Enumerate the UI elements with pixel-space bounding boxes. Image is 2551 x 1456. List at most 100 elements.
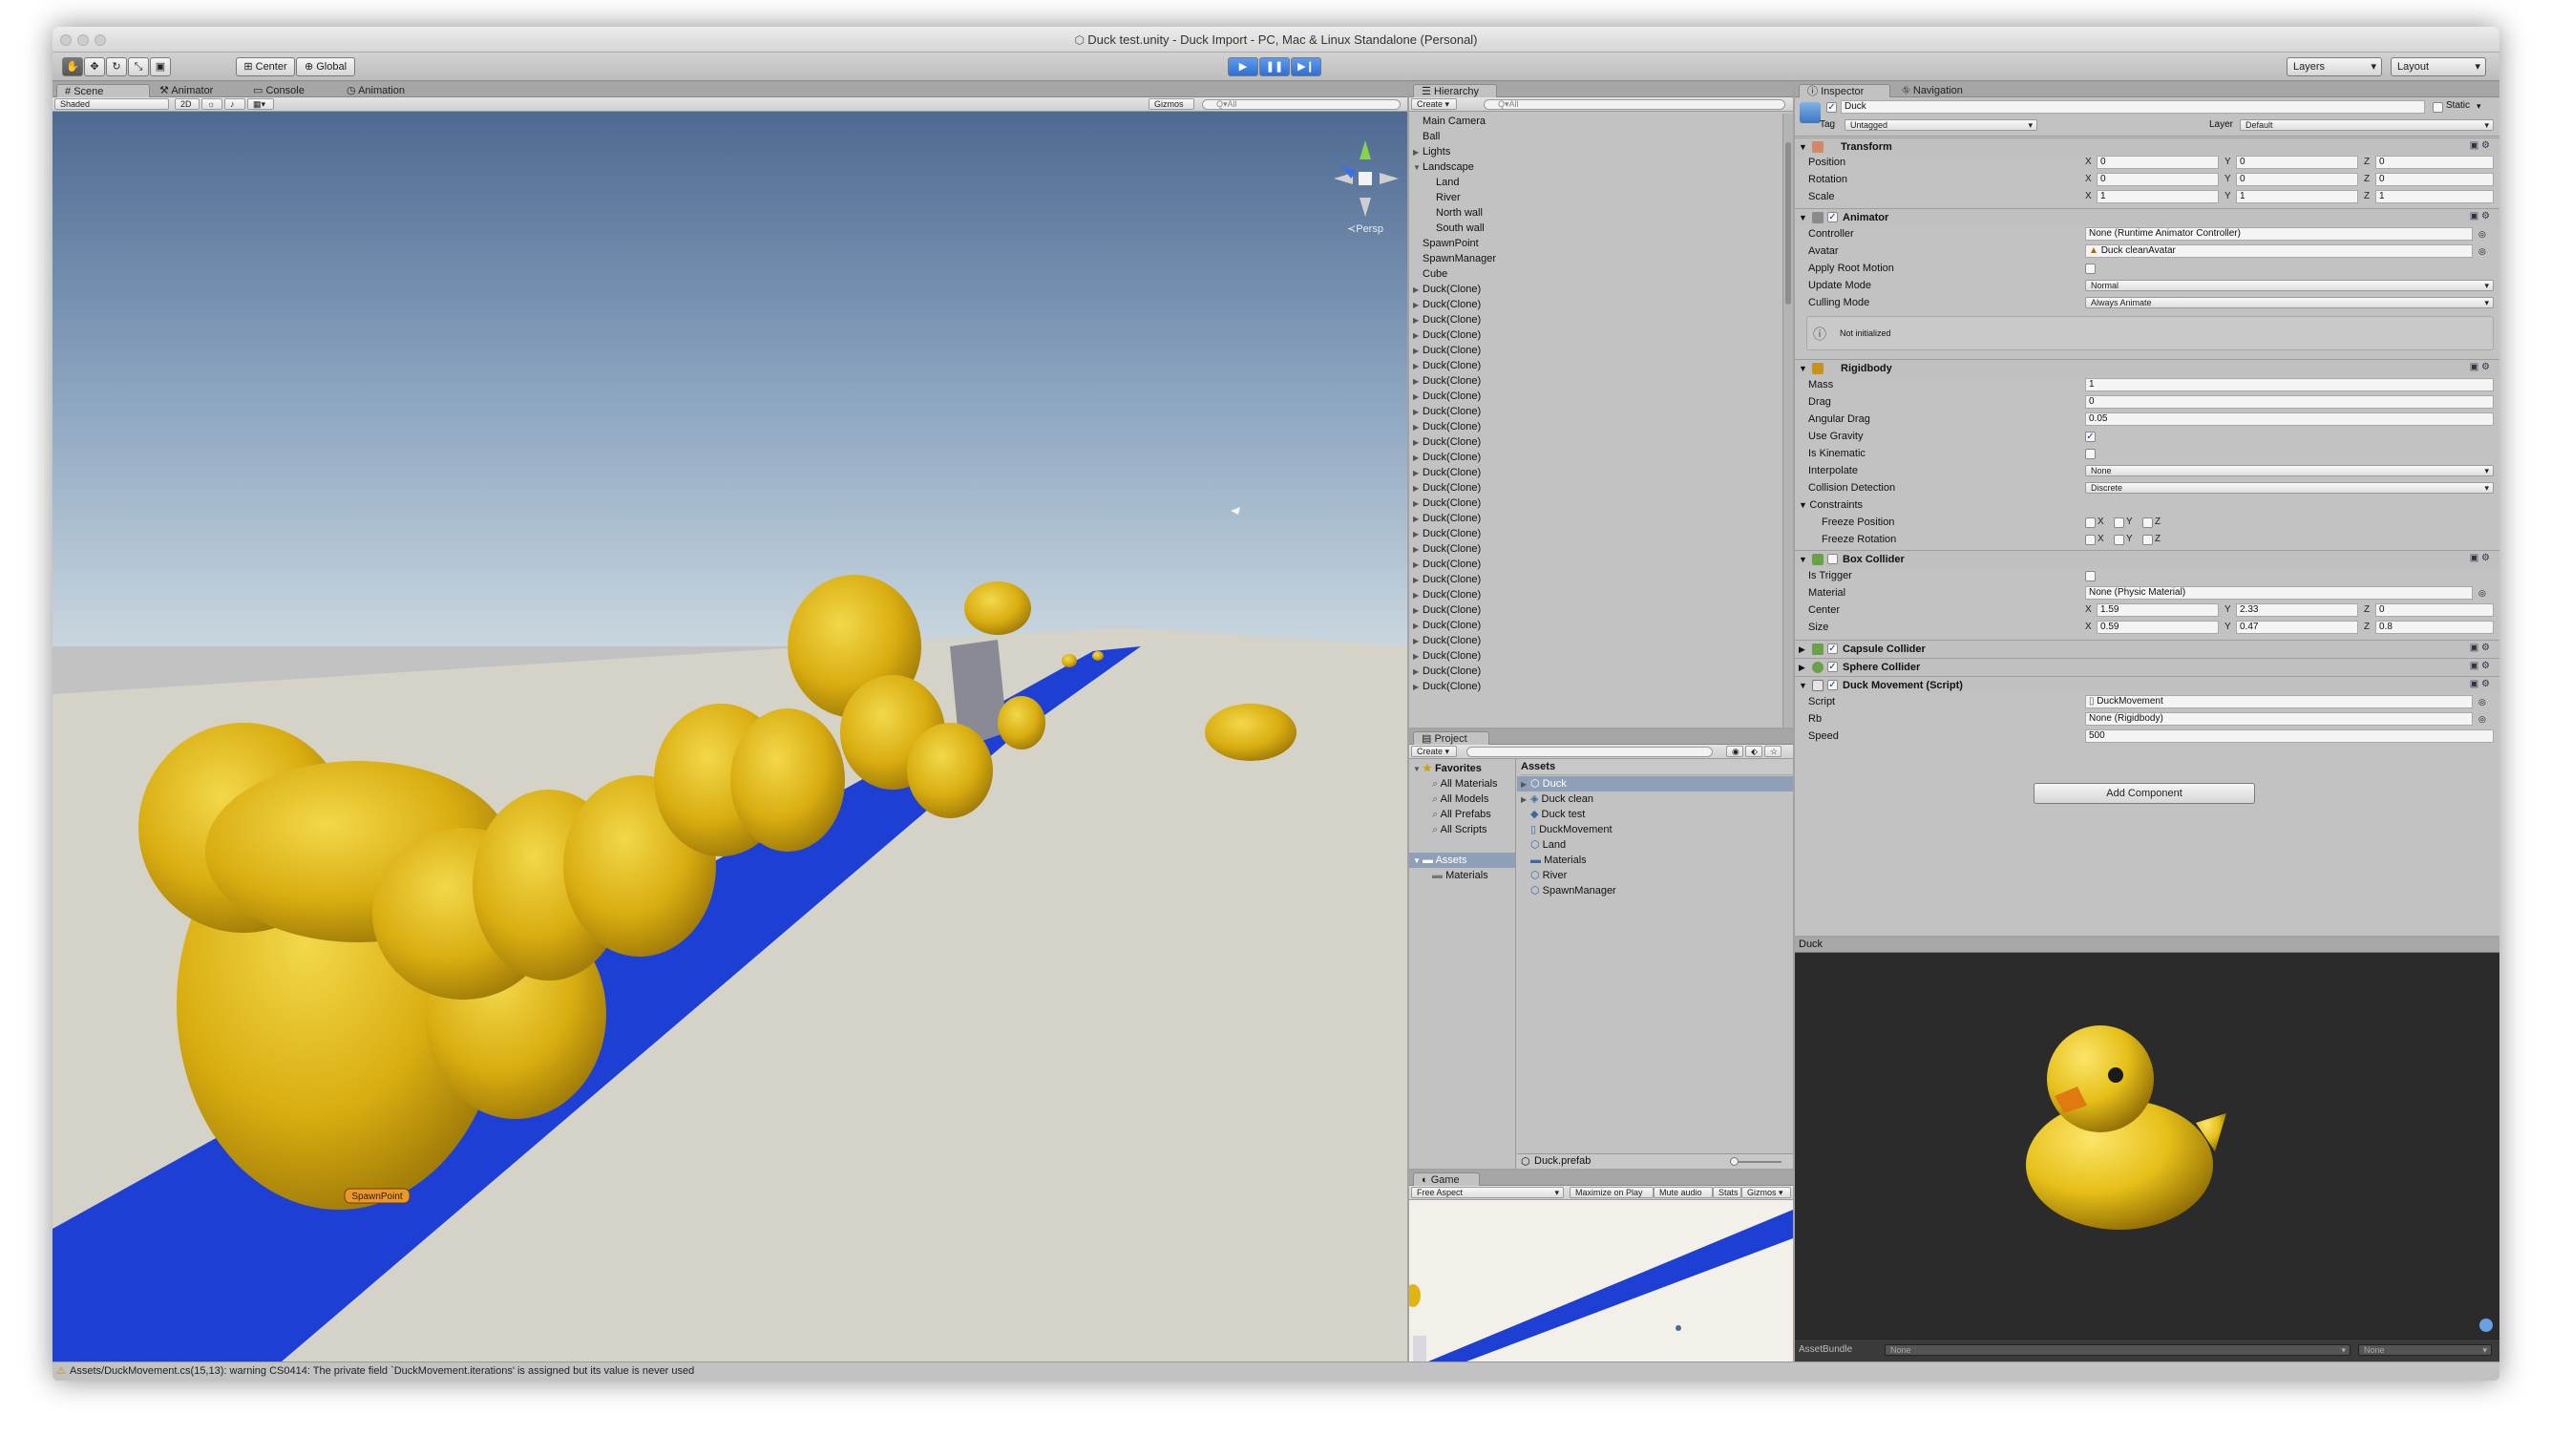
pivot-center-button[interactable]: ⊞ Center [236,57,295,76]
use-gravity-checkbox[interactable]: ✓ [2085,432,2096,442]
freeze-rotation-y-checkbox[interactable] [2114,535,2124,545]
collapsed-arrow-icon[interactable]: ▶ [1413,512,1423,527]
object-picker-icon[interactable]: ◎ [2478,243,2486,259]
collapsed-arrow-icon[interactable]: ▶ [1413,374,1423,390]
avatar-field[interactable]: ▲ Duck cleanAvatar [2085,244,2473,258]
tag-dropdown[interactable]: Untagged ▾ [1845,119,2037,131]
preview-settings-icon[interactable] [2479,1319,2493,1332]
center-x-field[interactable]: 1.59 [2097,603,2219,617]
hierarchy-item[interactable]: Main Camera [1409,114,1781,129]
culling-mode-dropdown[interactable]: Always Animate ▾ [2085,297,2494,308]
collapsed-arrow-icon[interactable]: ▶ [1413,390,1423,405]
collapsed-arrow-icon[interactable]: ▶ [1413,558,1423,573]
close-window-button[interactable] [60,34,72,46]
hierarchy-search-input[interactable]: Q▾All [1484,99,1785,110]
object-picker-icon[interactable]: ◎ [2478,711,2486,727]
freeze-position-y-checkbox[interactable] [2114,517,2124,528]
favorite-item[interactable]: ⌕ All Materials [1432,776,1515,791]
hierarchy-item[interactable]: ▶ Duck(Clone) [1409,602,1781,618]
controller-field[interactable]: None (Runtime Animator Controller) [2085,227,2473,241]
hierarchy-item[interactable]: ▶ Duck(Clone) [1409,389,1781,404]
rect-tool-icon[interactable]: ▣ [150,57,171,76]
drag-field[interactable]: 0 [2085,395,2494,409]
object-picker-icon[interactable]: ◎ [2478,226,2486,242]
variant-dropdown[interactable]: None ▾ [2358,1344,2492,1356]
object-picker-icon[interactable]: ◎ [2478,585,2486,601]
stats-toggle[interactable]: Stats [1713,1187,1741,1198]
rb-field[interactable]: None (Rigidbody) [2085,712,2473,726]
tab-scene[interactable]: # Scene [56,84,150,97]
layout-dropdown[interactable]: Layout ▾ [2391,57,2486,76]
collapse-arrow-icon[interactable]: ▼ [1799,552,1807,567]
duck-movement-header[interactable]: ▼ ✓ Duck Movement (Script) ▣ ⚙ [1795,676,2499,693]
hand-tool-icon[interactable]: ✋ [62,57,83,76]
collapsed-arrow-icon[interactable]: ▶ [1413,665,1423,680]
asset-item[interactable]: ⬡ Land [1517,837,1793,853]
collapsed-arrow-icon[interactable]: ▶ [1413,283,1423,298]
asset-item[interactable]: ⬡ River [1517,868,1793,883]
audio-toggle-icon[interactable]: ♪ [224,98,245,110]
freeze-position-z-checkbox[interactable] [2142,517,2153,528]
collision-detection-dropdown[interactable]: Discrete ▾ [2085,482,2494,494]
static-dropdown-icon[interactable]: ▾ [2477,98,2481,114]
hierarchy-item[interactable]: North wall [1409,205,1781,221]
object-name-field[interactable]: Duck [1841,100,2425,114]
pause-button[interactable]: ❚❚ [1259,57,1290,76]
collapsed-arrow-icon[interactable]: ▶ [1413,680,1423,695]
collapse-arrow-icon[interactable]: ▼ [1799,139,1807,155]
hierarchy-item[interactable]: Land [1409,175,1781,190]
tab-game[interactable]: ◐ Game [1413,1172,1480,1186]
transform-scale-y-field[interactable]: 1 [2236,190,2358,203]
expand-arrow-icon[interactable]: ▶ [1799,660,1805,675]
box-collider-enabled-checkbox[interactable] [1827,554,1838,564]
mute-audio-toggle[interactable]: Mute audio [1654,1187,1713,1198]
collapsed-arrow-icon[interactable]: ▶ [1413,435,1423,451]
duck-movement-enabled-checkbox[interactable]: ✓ [1827,680,1838,690]
size-y-field[interactable]: 0.47 [2236,621,2358,634]
project-search-input[interactable] [1466,747,1713,757]
asset-item[interactable]: ▶ ◈ Duck clean [1517,791,1793,807]
effects-dropdown-icon[interactable]: ▦▾ [247,98,274,110]
is-kinematic-checkbox[interactable] [2085,449,2096,459]
scale-tool-icon[interactable]: ⤡ [128,57,149,76]
tab-animation[interactable]: ◷ Animation [339,84,412,97]
hierarchy-scroll-thumb[interactable] [1785,142,1791,305]
collapse-arrow-icon[interactable]: ▼ [1799,361,1807,376]
collapsed-arrow-icon[interactable]: ▶ [1413,145,1423,160]
component-help-icon[interactable]: ▣ ⚙ [2470,679,2490,689]
lighting-toggle-icon[interactable]: ☼ [201,98,222,110]
collapsed-arrow-icon[interactable]: ▶ [1413,496,1423,512]
hierarchy-item[interactable]: ▶ Duck(Clone) [1409,327,1781,343]
hierarchy-item[interactable]: ▶ Duck(Clone) [1409,572,1781,587]
center-y-field[interactable]: 2.33 [2236,603,2358,617]
hierarchy-item[interactable]: ▶ Duck(Clone) [1409,541,1781,557]
hierarchy-item[interactable]: ▶ Duck(Clone) [1409,648,1781,664]
transform-rotation-z-field[interactable]: 0 [2375,173,2494,186]
transform-scale-x-field[interactable]: 1 [2097,190,2219,203]
is-trigger-checkbox[interactable] [2085,571,2096,581]
hierarchy-create-dropdown[interactable]: Create ▾ [1411,98,1457,110]
component-help-icon[interactable]: ▣ ⚙ [2470,661,2490,671]
transform-position-x-field[interactable]: 0 [2097,156,2219,169]
tab-console[interactable]: ▭ Console [245,84,312,97]
hierarchy-item[interactable]: South wall [1409,221,1781,236]
favorite-item[interactable]: ⌕ All Scripts [1432,822,1515,837]
expand-arrow-icon[interactable]: ▶ [1521,777,1530,792]
hierarchy-item[interactable]: ▶ Duck(Clone) [1409,465,1781,480]
layers-dropdown[interactable]: Layers ▾ [2287,57,2382,76]
hierarchy-item[interactable]: SpawnPoint [1409,236,1781,251]
transform-rotation-y-field[interactable]: 0 [2236,173,2358,186]
hierarchy-item[interactable]: ▶ Duck(Clone) [1409,526,1781,541]
pivot-global-button[interactable]: ⊕ Global [296,57,355,76]
collapsed-arrow-icon[interactable]: ▶ [1413,588,1423,603]
component-help-icon[interactable]: ▣ ⚙ [2470,362,2490,372]
collapsed-arrow-icon[interactable]: ▶ [1413,619,1423,634]
hierarchy-item[interactable]: ▶ Duck(Clone) [1409,496,1781,511]
move-tool-icon[interactable]: ✥ [84,57,105,76]
animator-enabled-checkbox[interactable]: ✓ [1827,212,1838,222]
step-button[interactable]: ▶❙ [1291,57,1321,76]
icon-size-slider[interactable] [1730,1157,1781,1166]
rotate-tool-icon[interactable]: ↻ [106,57,127,76]
collapsed-arrow-icon[interactable]: ▶ [1413,420,1423,435]
hierarchy-item[interactable]: River [1409,190,1781,205]
